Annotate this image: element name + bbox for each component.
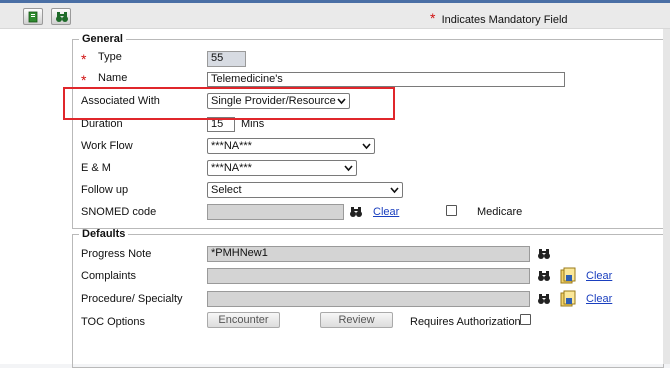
progress-note-label: Progress Note	[81, 248, 152, 260]
procedure-specialty-label: Procedure/ Specialty	[81, 293, 183, 305]
type-label: Type	[98, 51, 122, 63]
template-icon[interactable]	[559, 290, 577, 308]
general-legend: General	[82, 33, 123, 45]
procedure-clear-link[interactable]: Clear	[586, 293, 612, 305]
complaints-label: Complaints	[81, 270, 137, 282]
snomed-clear-link[interactable]: Clear	[373, 206, 399, 218]
name-input[interactable]: Telemedicine's	[207, 72, 565, 87]
binoculars-icon[interactable]	[537, 270, 551, 282]
defaults-legend: Defaults	[82, 228, 126, 240]
template-icon[interactable]	[559, 267, 577, 285]
vertical-scrollbar[interactable]	[663, 29, 670, 364]
medicare-label: Medicare	[477, 206, 523, 218]
toolbar: * Indicates Mandatory Field	[0, 3, 670, 29]
review-button[interactable]: Review	[320, 312, 393, 328]
work-flow-label: Work Flow	[81, 140, 133, 152]
chevron-down-icon	[344, 165, 353, 172]
mandatory-note: * Indicates Mandatory Field	[430, 10, 568, 26]
medicare-checkbox[interactable]	[446, 205, 457, 216]
em-select[interactable]: ***NA***	[207, 160, 357, 176]
requires-authorization-checkbox[interactable]	[520, 314, 531, 325]
binoculars-icon	[56, 12, 68, 22]
general-fieldset: General	[72, 33, 664, 229]
work-flow-select[interactable]: ***NA***	[207, 138, 375, 154]
em-value: ***NA***	[211, 162, 252, 174]
encounter-button[interactable]: Encounter	[207, 312, 280, 328]
snomed-label: SNOMED code	[81, 206, 157, 218]
binoculars-icon[interactable]	[537, 248, 551, 260]
work-flow-value: ***NA***	[211, 140, 252, 152]
toc-options-label: TOC Options	[81, 316, 145, 328]
snomed-field[interactable]	[207, 204, 344, 220]
follow-up-value: Select	[211, 184, 242, 196]
form-area: General * Type 55 * Name Telemedicine's …	[0, 29, 670, 368]
chevron-down-icon	[390, 187, 399, 194]
complaints-clear-link[interactable]: Clear	[586, 270, 612, 282]
binoculars-icon[interactable]	[349, 206, 363, 218]
find-button[interactable]	[51, 8, 71, 25]
type-required-star: *	[81, 51, 87, 67]
name-label: Name	[98, 72, 128, 84]
follow-up-select[interactable]: Select	[207, 182, 403, 198]
requires-authorization-label: Requires Authorization	[410, 316, 521, 328]
follow-up-label: Follow up	[81, 184, 129, 196]
highlight-box	[63, 87, 395, 120]
name-required-star: *	[81, 72, 87, 88]
complaints-field[interactable]	[207, 268, 530, 284]
em-label: E & M	[81, 162, 111, 174]
procedure-specialty-field[interactable]	[207, 291, 530, 307]
binoculars-icon[interactable]	[537, 293, 551, 305]
new-document-icon	[28, 11, 38, 23]
new-document-button[interactable]	[23, 8, 43, 25]
chevron-down-icon	[362, 143, 371, 150]
mandatory-text: Indicates Mandatory Field	[441, 14, 568, 26]
progress-note-field[interactable]: *PMHNew1	[207, 246, 530, 262]
required-star: *	[430, 10, 436, 26]
type-field[interactable]: 55	[207, 51, 246, 67]
